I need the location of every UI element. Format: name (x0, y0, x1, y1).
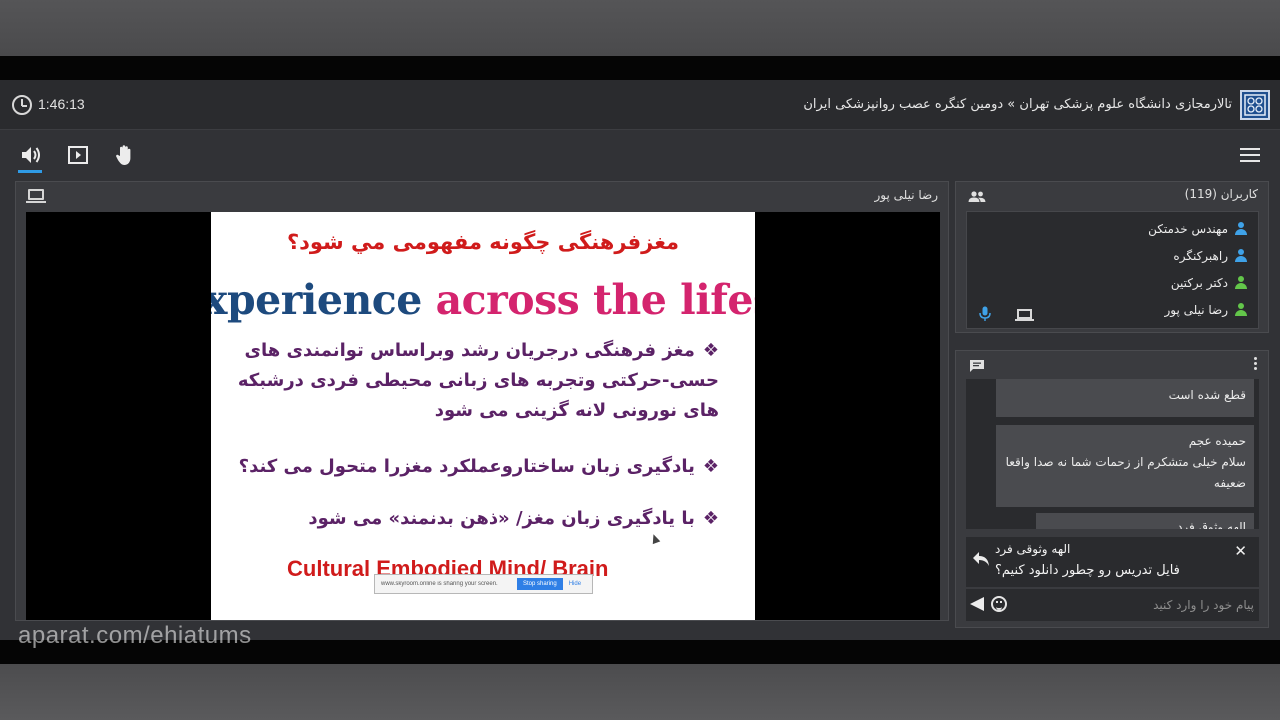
outer-frame-top (0, 0, 1280, 56)
user-item[interactable]: دکتر برکتین (1171, 273, 1248, 293)
media-play-icon[interactable] (65, 142, 91, 168)
letterbox-top (0, 56, 1280, 80)
university-logo-icon (1240, 90, 1270, 120)
clock-icon (12, 95, 32, 115)
slide-bullet-3-text: با یادگیری زبان مغز/ «ذهن بدنمند» می شود (308, 508, 695, 529)
slide-banner-part1: xperience (211, 276, 422, 324)
chat-icon (969, 358, 985, 377)
user-item[interactable]: راهبرکنگره (1173, 246, 1248, 266)
bullet-mark: ❖ (702, 456, 719, 477)
user-name: مهندس خدمتکن (1148, 222, 1228, 236)
toolbar (0, 130, 1280, 180)
slide-banner: xperience across the lifespa (211, 276, 755, 324)
user-icon (1234, 303, 1248, 317)
slide-bullet-1-text: مغز فرهنگی درجریان رشد وبراساس توانمندی … (237, 340, 719, 421)
video-panel-header: رضا نیلی پور (16, 182, 948, 210)
send-icon[interactable] (970, 597, 984, 611)
chat-options-icon[interactable] (1254, 357, 1258, 372)
slide-bullet-2: ❖ یادگیری زبان ساختاروعملکرد مغزرا متحول … (211, 452, 719, 482)
user-icon (1234, 249, 1248, 263)
users-list: مهندس خدمتکن راهبرکنگره دکتر برکتین رضا … (966, 211, 1259, 329)
close-icon[interactable]: ✕ (1234, 542, 1247, 560)
title-bar: 1:46:13 تالارمجازی دانشگاه علوم پزشکی ته… (0, 80, 1280, 130)
chat-messages[interactable]: قطع شده است حمیده عجم سلام خیلی متشکرم ا… (966, 379, 1259, 529)
chat-message-input[interactable] (1014, 593, 1254, 617)
hide-button[interactable]: Hide (569, 581, 581, 587)
chat-input-row (966, 589, 1259, 621)
reply-sender: الهه وثوقی فرد (995, 542, 1071, 556)
user-icon (1234, 222, 1248, 236)
bullet-mark: ❖ (702, 508, 719, 529)
reply-arrow-icon (972, 551, 990, 571)
chat-message-sender: الهه وثوق فرد (1177, 520, 1246, 529)
user-icon (1234, 276, 1248, 290)
bullet-mark: ❖ (702, 340, 719, 361)
slide-bullet-2-text: یادگیری زبان ساختاروعملکرد مغزرا متحول م… (238, 456, 695, 477)
users-panel: کاربران (119) مهندس خدمتکن راهبرکنگره دک… (955, 181, 1269, 333)
microphone-icon[interactable] (979, 306, 991, 326)
reply-preview: الهه وثوقی فرد فایل تدریس رو چطور دانلود… (966, 537, 1259, 587)
user-item[interactable]: رضا نیلی پور (1164, 300, 1248, 320)
user-name: دکتر برکتین (1170, 276, 1228, 290)
reply-text: فایل تدریس رو چطور دانلود کنیم؟ (995, 563, 1180, 578)
skyroom-app: 1:46:13 تالارمجازی دانشگاه علوم پزشکی ته… (0, 80, 1280, 640)
elapsed-timer: 1:46:13 (38, 96, 85, 112)
user-name: رضا نیلی پور (1164, 303, 1228, 317)
slide-title: مغزفرهنگی چگونه مفهومی مي شود؟ (286, 230, 680, 254)
stop-sharing-button[interactable]: Stop sharing (517, 578, 563, 590)
screen-share-notification: www.skyroom.online is sharing your scree… (374, 574, 593, 594)
breadcrumb[interactable]: تالارمجازی دانشگاه علوم پزشکی تهران » دو… (803, 97, 1232, 112)
slide-bullet-1: ❖مغز فرهنگی درجریان رشد وبراساس توانمندی… (229, 336, 719, 426)
hamburger-menu-icon[interactable] (1240, 148, 1260, 164)
screen-share-status-icon[interactable] (1015, 309, 1034, 321)
slide-banner-part2: across the lifespa (435, 276, 755, 324)
emoji-icon[interactable] (991, 596, 1007, 612)
chat-message: حمیده عجم سلام خیلی متشکرم از زحمات شما … (996, 425, 1254, 507)
watermark: aparat.com/ehiatums (18, 622, 252, 649)
chat-message: قطع شده است (996, 379, 1254, 417)
speaker-icon[interactable] (18, 142, 44, 168)
screen-share-icon[interactable] (26, 189, 46, 203)
chat-message-sender: حمیده عجم (1188, 434, 1246, 448)
speaker-active-indicator (18, 170, 42, 173)
raise-hand-icon[interactable] (112, 142, 138, 168)
user-name: راهبرکنگره (1173, 249, 1228, 263)
chat-message: الهه وثوق فرد (1036, 513, 1254, 529)
users-group-icon (968, 188, 986, 207)
shared-screen-panel: رضا نیلی پور مغزفرهنگی چگونه مفهومی مي ش… (15, 181, 949, 621)
video-stream: مغزفرهنگی چگونه مفهومی مي شود؟ xperience… (26, 212, 940, 620)
users-count-title: کاربران (119) (1184, 187, 1258, 201)
slide-bullet-3: ❖ با یادگیری زبان مغز/ «ذهن بدنمند» می شو… (239, 504, 719, 534)
chat-message-text: سلام خیلی متشکرم از زحمات شما نه صدا واق… (1005, 455, 1246, 490)
outer-frame-bottom (0, 664, 1280, 720)
presentation-slide: مغزفرهنگی چگونه مفهومی مي شود؟ xperience… (211, 212, 755, 620)
mouse-cursor-icon (649, 532, 661, 545)
user-item[interactable]: مهندس خدمتکن (1148, 219, 1248, 239)
chat-message-text: قطع شده است (1168, 388, 1246, 402)
share-notification-text: www.skyroom.online is sharing your scree… (381, 581, 498, 587)
presenter-name: رضا نیلی پور (874, 188, 938, 202)
chat-panel: قطع شده است حمیده عجم سلام خیلی متشکرم ا… (955, 350, 1269, 628)
